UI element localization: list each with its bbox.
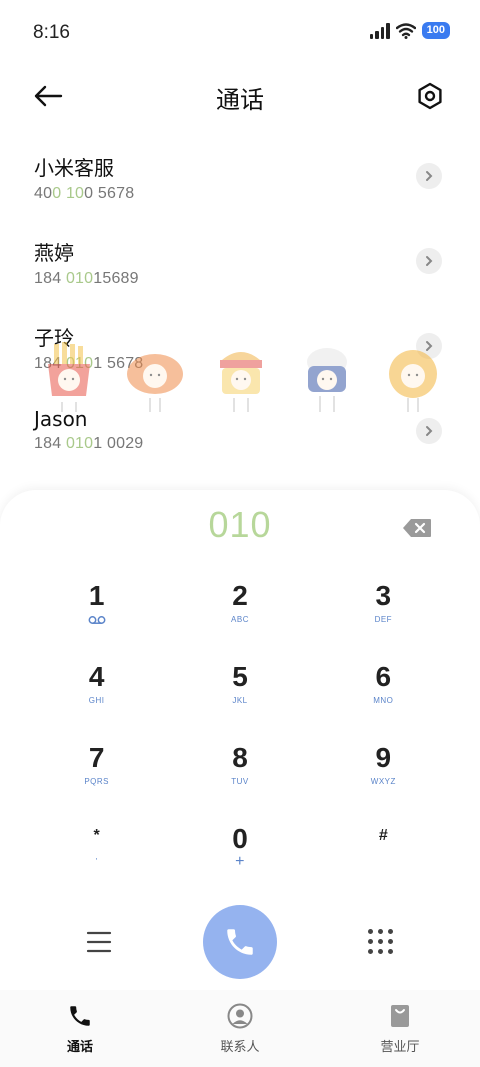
key-digit: 3 bbox=[375, 580, 392, 611]
nav-item-calls[interactable]: 通话 bbox=[0, 990, 160, 1067]
key-letters: ABC bbox=[231, 615, 249, 624]
status-time: 8:16 bbox=[33, 22, 70, 43]
contact-number: 184 01015689 bbox=[34, 270, 139, 287]
key-digit: 9 bbox=[375, 742, 392, 773]
contact-detail-button[interactable] bbox=[416, 163, 442, 189]
keypad-toggle-button[interactable] bbox=[368, 929, 394, 955]
contact-item[interactable]: Jason 184 0101 0029 bbox=[0, 395, 480, 480]
key-4[interactable]: 4 GHI bbox=[25, 661, 168, 711]
key-3[interactable]: 3 DEF bbox=[312, 580, 455, 630]
key-letters: JKL bbox=[232, 696, 248, 705]
key-digit: 8 bbox=[232, 742, 248, 773]
settings-button[interactable] bbox=[410, 76, 450, 116]
key-5[interactable]: 5 JKL bbox=[168, 661, 311, 711]
key-letters: + bbox=[235, 853, 245, 870]
nav-label: 通话 bbox=[66, 1040, 93, 1055]
chevron-right-icon bbox=[426, 341, 433, 351]
key-digit: * bbox=[93, 827, 100, 844]
phone-icon bbox=[227, 929, 253, 955]
contact-number: 184 0101 0029 bbox=[34, 435, 144, 452]
contact-detail-button[interactable] bbox=[416, 333, 442, 359]
battery-indicator: 100 bbox=[421, 22, 450, 39]
backspace-icon bbox=[403, 519, 431, 537]
nav-label: 营业厅 bbox=[380, 1040, 420, 1055]
contact-name: Jason bbox=[34, 407, 88, 431]
contact-number: 184 0101 5678 bbox=[34, 355, 144, 372]
bottom-nav: 通话 联系人 营业厅 bbox=[0, 990, 480, 1067]
contact-item[interactable]: 小米客服 400 100 5678 bbox=[0, 140, 480, 225]
signal-icon bbox=[369, 22, 390, 39]
contact-number: 400 100 5678 bbox=[34, 185, 135, 202]
nav-item-contacts[interactable]: 联系人 bbox=[160, 990, 320, 1067]
key-digit: 7 bbox=[88, 742, 105, 773]
contact-list: 小米客服 400 100 5678 燕婷 184 01015689 子玲 184… bbox=[0, 140, 480, 480]
header: 通话 bbox=[0, 68, 480, 124]
key-letters: MNO bbox=[373, 696, 394, 705]
dialer-panel: 010 1 2 ABC 3 DEF 4 GHI 5 JKL 6 MNO 7 PQ… bbox=[0, 490, 480, 990]
key-2[interactable]: 2 ABC bbox=[168, 580, 311, 630]
contact-name: 小米客服 bbox=[34, 156, 114, 180]
key-letters: TUV bbox=[231, 777, 249, 786]
key-digit: 2 bbox=[232, 580, 248, 611]
key-0[interactable]: 0 + bbox=[168, 823, 311, 873]
key-letters: PQRS bbox=[84, 777, 109, 786]
key-digit: 0 bbox=[232, 823, 248, 854]
key-letters: WXYZ bbox=[370, 777, 396, 786]
shopping-bag-icon bbox=[386, 1002, 414, 1030]
keypad: 1 2 ABC 3 DEF 4 GHI 5 JKL 6 MNO 7 PQRS 8… bbox=[25, 580, 455, 873]
key-letters: GHI bbox=[88, 696, 105, 705]
contact-item[interactable]: 子玲 184 0101 5678 bbox=[0, 310, 480, 395]
voicemail-icon bbox=[88, 615, 106, 627]
wifi-icon bbox=[395, 22, 416, 39]
contact-icon bbox=[226, 1002, 254, 1030]
contact-name: 子玲 bbox=[34, 326, 74, 350]
key-letters: , bbox=[95, 852, 99, 861]
key-6[interactable]: 6 MNO bbox=[312, 661, 455, 711]
nav-item-service-hall[interactable]: 营业厅 bbox=[320, 990, 480, 1067]
chevron-right-icon bbox=[426, 171, 433, 181]
status-icons: 100 bbox=[369, 22, 450, 39]
contact-detail-button[interactable] bbox=[416, 418, 442, 444]
contact-detail-button[interactable] bbox=[416, 248, 442, 274]
backspace-button[interactable] bbox=[402, 518, 432, 538]
settings-hexagon-icon bbox=[418, 82, 442, 110]
dialer-actions bbox=[0, 905, 480, 981]
key-star[interactable]: * , bbox=[25, 823, 168, 873]
key-letters: DEF bbox=[374, 615, 393, 624]
page-title: 通话 bbox=[216, 86, 264, 114]
key-digit: 5 bbox=[232, 661, 248, 692]
contact-item[interactable]: 燕婷 184 01015689 bbox=[0, 225, 480, 310]
key-1[interactable]: 1 bbox=[25, 580, 168, 630]
key-digit: 4 bbox=[88, 661, 105, 692]
contact-name: 燕婷 bbox=[34, 241, 74, 265]
phone-icon bbox=[66, 1002, 94, 1030]
chevron-right-icon bbox=[426, 256, 433, 266]
menu-button[interactable] bbox=[86, 930, 112, 954]
key-hash[interactable]: # bbox=[312, 823, 455, 873]
nav-label: 联系人 bbox=[220, 1040, 260, 1055]
chevron-right-icon bbox=[426, 426, 433, 436]
key-8[interactable]: 8 TUV bbox=[168, 742, 311, 792]
key-9[interactable]: 9 WXYZ bbox=[312, 742, 455, 792]
menu-icon bbox=[86, 931, 112, 953]
key-digit: 6 bbox=[375, 661, 392, 692]
key-digit: 1 bbox=[88, 580, 105, 611]
call-button[interactable] bbox=[203, 905, 277, 979]
status-bar: 8:16 100 bbox=[0, 0, 480, 68]
key-7[interactable]: 7 PQRS bbox=[25, 742, 168, 792]
key-digit: # bbox=[378, 827, 388, 844]
